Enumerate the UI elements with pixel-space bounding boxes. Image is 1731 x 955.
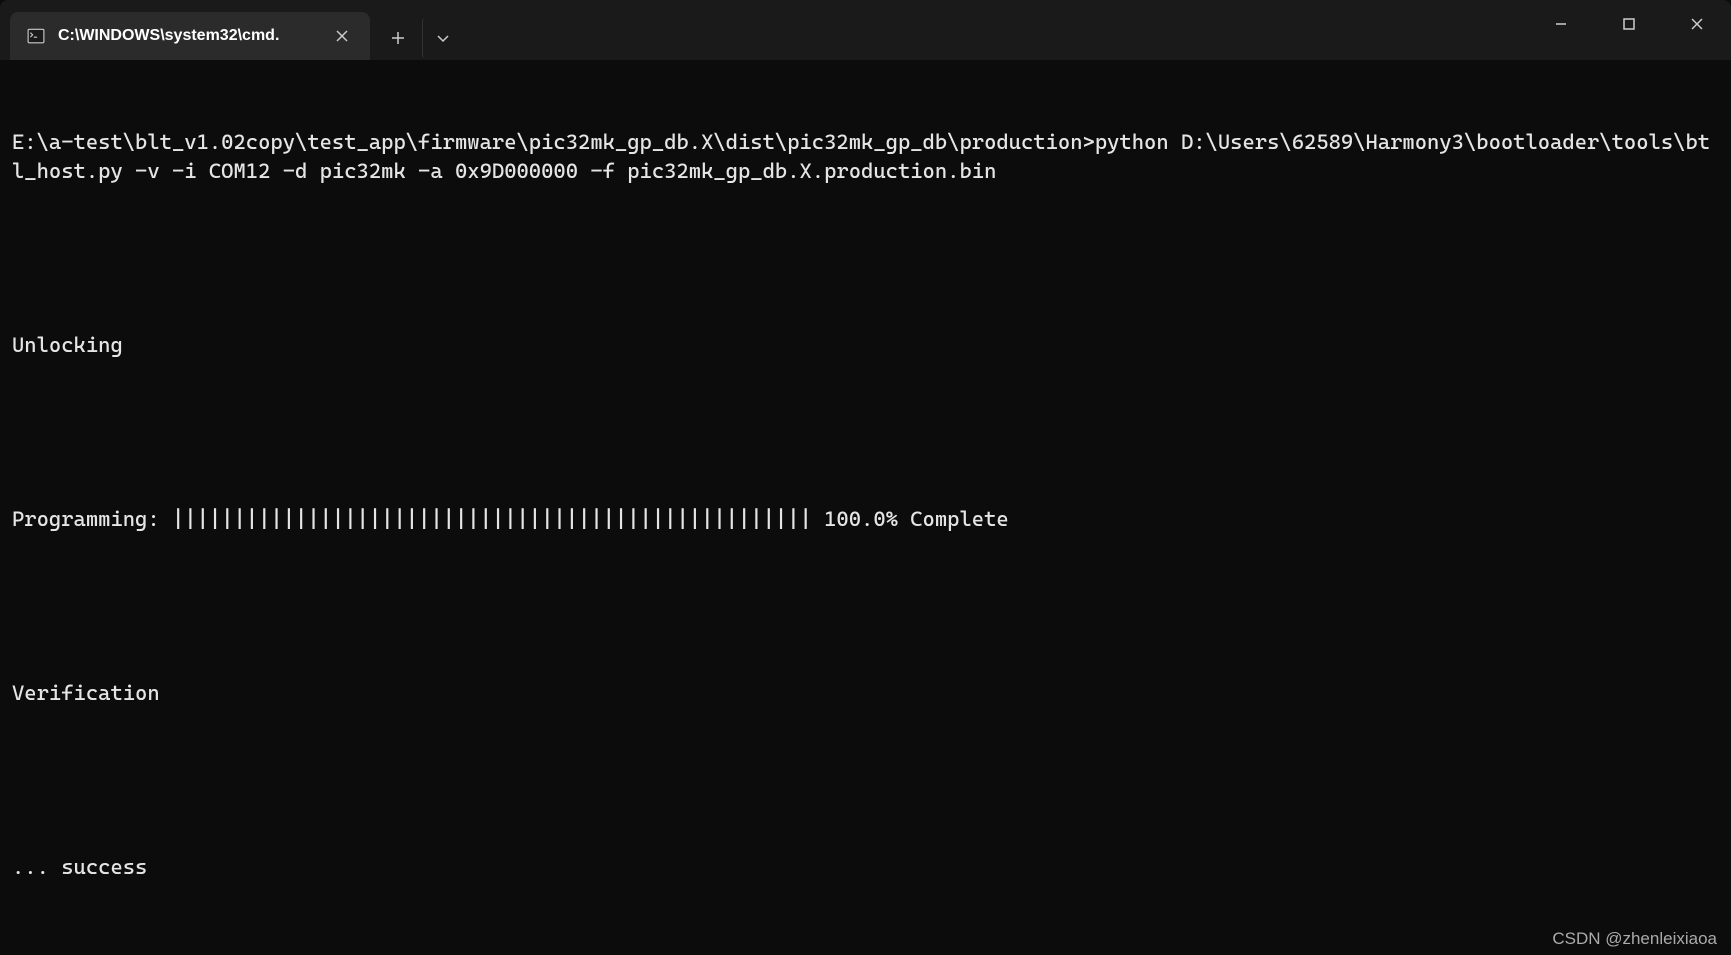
terminal-output: Programming: |||||||||||||||||||||||||||… <box>12 505 1719 534</box>
new-tab-button[interactable] <box>378 18 418 58</box>
blank-line <box>12 766 1719 795</box>
tab-area: C:\WINDOWS\system32\cmd. <box>0 0 1527 60</box>
terminal-output: ... success <box>12 853 1719 882</box>
tab-close-button[interactable] <box>330 24 354 48</box>
terminal-output: E:\a-test\blt_v1.02copy\test_app\firmwar… <box>12 128 1719 186</box>
window-controls <box>1527 0 1731 60</box>
terminal-content[interactable]: E:\a-test\blt_v1.02copy\test_app\firmwar… <box>0 60 1731 955</box>
terminal-window: C:\WINDOWS\system32\cmd. <box>0 0 1731 955</box>
watermark: CSDN @zhenleixiaoa <box>1552 929 1717 949</box>
tab-dropdown-button[interactable] <box>422 18 462 58</box>
blank-line <box>12 592 1719 621</box>
close-window-button[interactable] <box>1663 0 1731 48</box>
blank-line <box>12 244 1719 273</box>
maximize-button[interactable] <box>1595 0 1663 48</box>
cmd-icon <box>26 26 46 46</box>
blank-line <box>12 418 1719 447</box>
terminal-output: Unlocking <box>12 331 1719 360</box>
terminal-output: Verification <box>12 679 1719 708</box>
tab-title: C:\WINDOWS\system32\cmd. <box>58 27 318 45</box>
minimize-button[interactable] <box>1527 0 1595 48</box>
titlebar: C:\WINDOWS\system32\cmd. <box>0 0 1731 60</box>
terminal-tab[interactable]: C:\WINDOWS\system32\cmd. <box>10 12 370 60</box>
blank-line <box>12 940 1719 955</box>
